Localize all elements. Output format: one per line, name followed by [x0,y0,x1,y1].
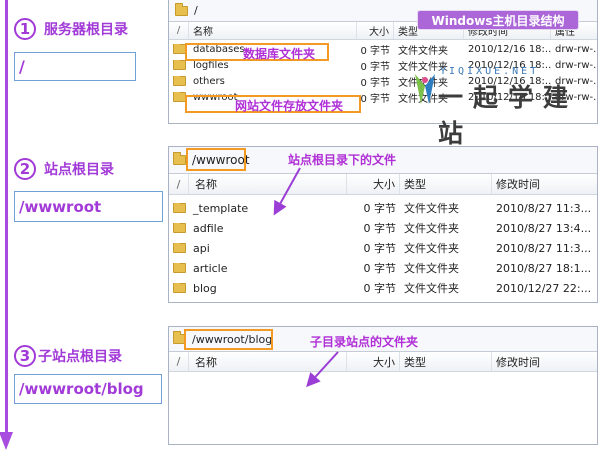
row-name: others [193,75,225,87]
step-title: 子站点根目录 [38,349,122,365]
table-row[interactable]: article 0 字节 文件文件夹 2010/8/27 18:1... [169,258,597,278]
step-1-label: 1 服务器根目录 [14,18,128,40]
row-size: 0 字节 [363,202,397,215]
step-title: 服务器根目录 [44,22,128,38]
col-size[interactable]: 大小 [357,22,394,39]
sort-indicator[interactable]: / [169,174,189,194]
folder-icon [175,2,188,16]
table-row[interactable]: blog 0 字节 文件文件夹 2010/12/27 22:... [169,278,597,298]
folder-icon [172,283,186,293]
row-type: 文件文件夹 [404,262,459,275]
row-type: 文件文件夹 [404,222,459,235]
col-type[interactable]: 类型 [400,174,492,194]
row-size: 0 字节 [363,262,397,275]
row-name: blog [193,281,217,295]
row-size: 0 字节 [360,77,390,89]
sort-indicator[interactable]: / [169,352,189,371]
col-modified[interactable]: 修改时间 [492,352,597,371]
folder-icon [173,152,186,165]
row-attr: drw-rw-... [555,43,597,55]
step-2-path: /wwwroot [14,191,163,222]
logo-english-text: YIQIXUE.NET [440,66,540,77]
arrow-down-icon [0,432,13,450]
col-name[interactable]: 名称 [189,174,347,194]
row-size: 0 字节 [360,45,390,57]
annotation-databases: 数据库文件夹 [243,47,316,61]
col-size[interactable]: 大小 [347,352,400,371]
step-number: 2 [14,158,36,180]
step-number: 3 [14,345,36,367]
row-size: 0 字节 [360,61,390,73]
col-name[interactable]: 名称 [189,352,347,371]
folder-icon [172,92,186,102]
row-type: 文件文件夹 [404,202,459,215]
row-type: 文件文件夹 [398,45,448,57]
column-header: / 名称 大小 类型 修改时间 [169,174,597,195]
row-name: api [193,241,210,255]
folder-icon [172,76,186,86]
windows-structure-badge: Windows主机目录结构 [417,10,579,30]
step-2-label: 2 站点根目录 [14,158,114,180]
folder-icon [172,44,186,54]
row-type: 文件文件夹 [404,282,459,295]
folder-icon [172,203,186,213]
column-header: / 名称 大小 类型 修改时间 [169,352,597,372]
logo-chinese-text: 一起学建站 [438,83,579,148]
row-modified: 2010/8/27 11:3... [496,241,592,255]
path-text: / [194,4,198,17]
sort-indicator[interactable]: / [169,22,189,39]
highlight-box-blog-path [184,329,273,350]
table-row[interactable]: _template 0 字节 文件文件夹 2010/8/27 11:3... [169,198,597,218]
folder-icon [172,263,186,273]
table-row[interactable]: api 0 字节 文件文件夹 2010/8/27 11:3... [169,238,597,258]
folder-icon [172,223,186,233]
site-logo: YIQIXUE.NET 一起学建站 [410,62,580,148]
step-number: 1 [14,18,36,40]
logo-mark-icon [415,74,435,104]
step-1-path: / [14,52,136,81]
folder-icon [172,60,186,70]
timeline-line [5,0,8,438]
highlight-box-wwwroot-path [186,148,246,171]
row-name: adfile [193,221,224,235]
annotation-subsite-folder: 子目录站点的文件夹 [310,335,419,349]
row-modified: 2010/8/27 18:1... [496,261,592,275]
row-name: article [193,261,228,275]
row-type: 文件文件夹 [404,242,459,255]
col-size[interactable]: 大小 [347,174,400,194]
step-title: 站点根目录 [44,162,114,178]
annotation-wwwroot: 网站文件存放文件夹 [235,99,344,113]
col-modified[interactable]: 修改时间 [492,174,597,194]
table-row[interactable]: adfile 0 字节 文件文件夹 2010/8/27 13:4... [169,218,597,238]
row-size: 0 字节 [360,93,390,105]
step-3-label: 3 子站点根目录 [14,345,122,367]
row-size: 0 字节 [363,282,397,295]
row-modified: 2010/8/27 11:3... [496,201,592,215]
col-name[interactable]: 名称 [189,22,357,39]
row-modified: 2010/12/27 22:... [496,281,592,295]
annotation-site-root-files: 站点根目录下的文件 [288,153,397,167]
step-3-path: /wwwroot/blog [14,374,162,404]
row-name: _template [193,201,249,215]
row-size: 0 字节 [363,222,397,235]
col-type[interactable]: 类型 [400,352,492,371]
row-size: 0 字节 [363,242,397,255]
folder-icon [172,243,186,253]
row-modified: 2010/12/16 18:... [468,43,551,55]
row-modified: 2010/8/27 13:4... [496,221,592,235]
